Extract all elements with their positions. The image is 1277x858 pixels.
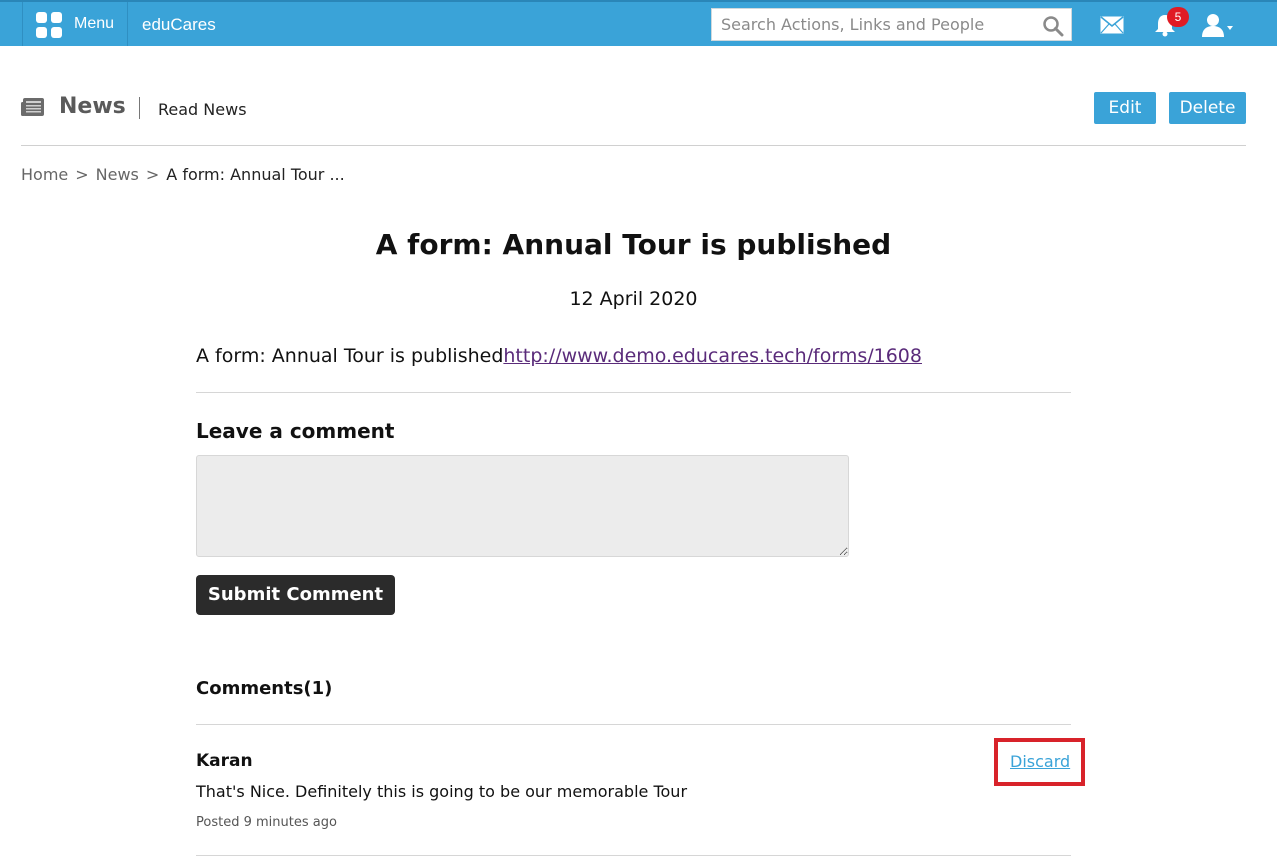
menu-label: Menu [74,15,115,32]
breadcrumb-separator: > [75,165,89,184]
edit-button[interactable]: Edit [1094,92,1156,124]
brand-link[interactable]: eduCares [142,15,216,35]
discard-comment-link[interactable]: Discard [1010,752,1070,771]
article-date: 12 April 2020 [569,288,698,310]
comment-text: That's Nice. Definitely this is going to… [196,782,688,801]
comments-heading: Comments(1) [196,678,333,699]
top-navigation-bar: Menu eduCares 5 [0,0,1277,46]
comments-divider [196,724,1071,725]
comment-bottom-divider [196,855,1071,856]
breadcrumb: Home > News > A form: Annual Tour ... [21,165,345,184]
notification-badge: 5 [1167,7,1189,27]
breadcrumb-current: A form: Annual Tour ... [166,165,345,184]
page-header: News Read News Edit Delete [21,88,1246,130]
article-title: A form: Annual Tour is published [375,228,892,261]
search-box [711,8,1072,41]
comment-timestamp: Posted 9 minutes ago [196,815,337,830]
comment-author: Karan [196,751,253,771]
leave-comment-heading: Leave a comment [196,419,395,443]
comment-textarea[interactable] [196,455,849,557]
header-divider-line [21,145,1246,146]
page-title: News [59,94,126,119]
search-input[interactable] [712,9,1032,40]
menu-button[interactable]: Menu [22,2,128,46]
article-form-link[interactable]: http://www.demo.educares.tech/forms/1608 [503,345,922,367]
user-icon[interactable] [1200,12,1236,38]
menu-grid-icon [36,12,62,38]
mail-icon[interactable] [1100,16,1124,34]
breadcrumb-news[interactable]: News [96,165,139,184]
breadcrumb-home[interactable]: Home [21,165,68,184]
article-body-text: A form: Annual Tour is published [196,345,504,367]
newspaper-icon [21,98,44,116]
article-body: A form: Annual Tour is publishedhttp://w… [196,345,922,367]
delete-button[interactable]: Delete [1169,92,1246,124]
breadcrumb-separator: > [145,165,160,184]
header-divider [139,97,140,119]
search-icon[interactable] [1042,15,1064,37]
page-subtitle: Read News [158,100,247,119]
article-divider [196,392,1071,393]
submit-comment-button[interactable]: Submit Comment [196,575,395,615]
